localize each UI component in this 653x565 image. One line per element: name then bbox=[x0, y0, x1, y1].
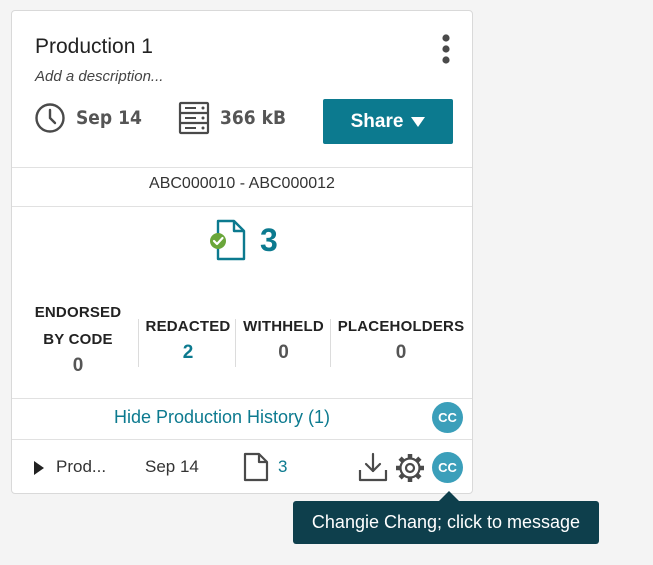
share-button[interactable]: Share bbox=[323, 99, 453, 144]
caret-down-icon bbox=[411, 116, 426, 127]
stat-endorsed: ENDORSED BY CODE 0 bbox=[28, 299, 128, 377]
download-icon[interactable] bbox=[357, 451, 389, 488]
avatar[interactable]: CC bbox=[432, 402, 463, 433]
stat-endorsed-label-1: ENDORSED bbox=[34, 304, 122, 321]
production-stats: ENDORSED BY CODE 0 REDACTED 2 WITHHELD 0… bbox=[12, 299, 472, 379]
stat-redacted: REDACTED 2 bbox=[140, 313, 236, 364]
production-size-value: 366 kB bbox=[220, 107, 287, 129]
kebab-menu-icon[interactable] bbox=[438, 33, 454, 65]
bates-range: ABC000010 - ABC000012 bbox=[149, 175, 335, 192]
clock-icon bbox=[35, 103, 65, 133]
history-production-name[interactable]: Prod... bbox=[56, 457, 106, 477]
divider bbox=[12, 206, 472, 207]
divider bbox=[12, 398, 472, 399]
stat-redacted-label: REDACTED bbox=[145, 318, 231, 335]
stat-separator bbox=[330, 319, 331, 367]
tooltip-arrow bbox=[439, 491, 459, 501]
production-date: Sep 14 bbox=[34, 101, 142, 135]
document-count-value: 3 bbox=[260, 221, 278, 258]
production-date-value: Sep 14 bbox=[76, 107, 142, 129]
server-icon bbox=[178, 101, 210, 135]
production-size: 366 kB bbox=[178, 101, 286, 135]
history-doc-count-value[interactable]: 3 bbox=[278, 457, 287, 477]
hide-history-link[interactable]: Hide Production History (1) bbox=[12, 407, 432, 428]
gear-icon[interactable] bbox=[394, 452, 426, 489]
stat-withheld-value: 0 bbox=[278, 342, 289, 363]
document-check-icon bbox=[210, 219, 246, 261]
stat-separator bbox=[138, 319, 139, 367]
production-title: Production 1 bbox=[35, 35, 153, 58]
stat-placeholders-label: PLACEHOLDERS bbox=[337, 318, 465, 335]
share-button-label: Share bbox=[350, 110, 404, 132]
user-tooltip[interactable]: Changie Chang; click to message bbox=[293, 501, 599, 544]
production-card: Production 1 Add a description... Sep 14… bbox=[11, 10, 473, 494]
history-doc-count: 3 bbox=[242, 452, 287, 482]
stat-placeholders: PLACEHOLDERS 0 bbox=[332, 313, 470, 364]
divider bbox=[12, 167, 472, 168]
divider bbox=[12, 439, 472, 440]
stat-endorsed-label-2: BY CODE bbox=[43, 331, 113, 348]
stat-placeholders-value: 0 bbox=[395, 342, 407, 363]
stat-withheld-label: WITHHELD bbox=[243, 318, 324, 335]
document-icon bbox=[243, 452, 269, 482]
expand-arrow-icon[interactable] bbox=[34, 461, 44, 480]
history-production-date: Sep 14 bbox=[145, 457, 199, 476]
stat-redacted-value[interactable]: 2 bbox=[140, 342, 236, 364]
document-count: 3 bbox=[208, 219, 278, 261]
stat-withheld: WITHHELD 0 bbox=[236, 313, 331, 364]
description-field[interactable]: Add a description... bbox=[35, 68, 163, 85]
stat-endorsed-value: 0 bbox=[72, 355, 84, 376]
avatar[interactable]: CC bbox=[432, 452, 463, 483]
